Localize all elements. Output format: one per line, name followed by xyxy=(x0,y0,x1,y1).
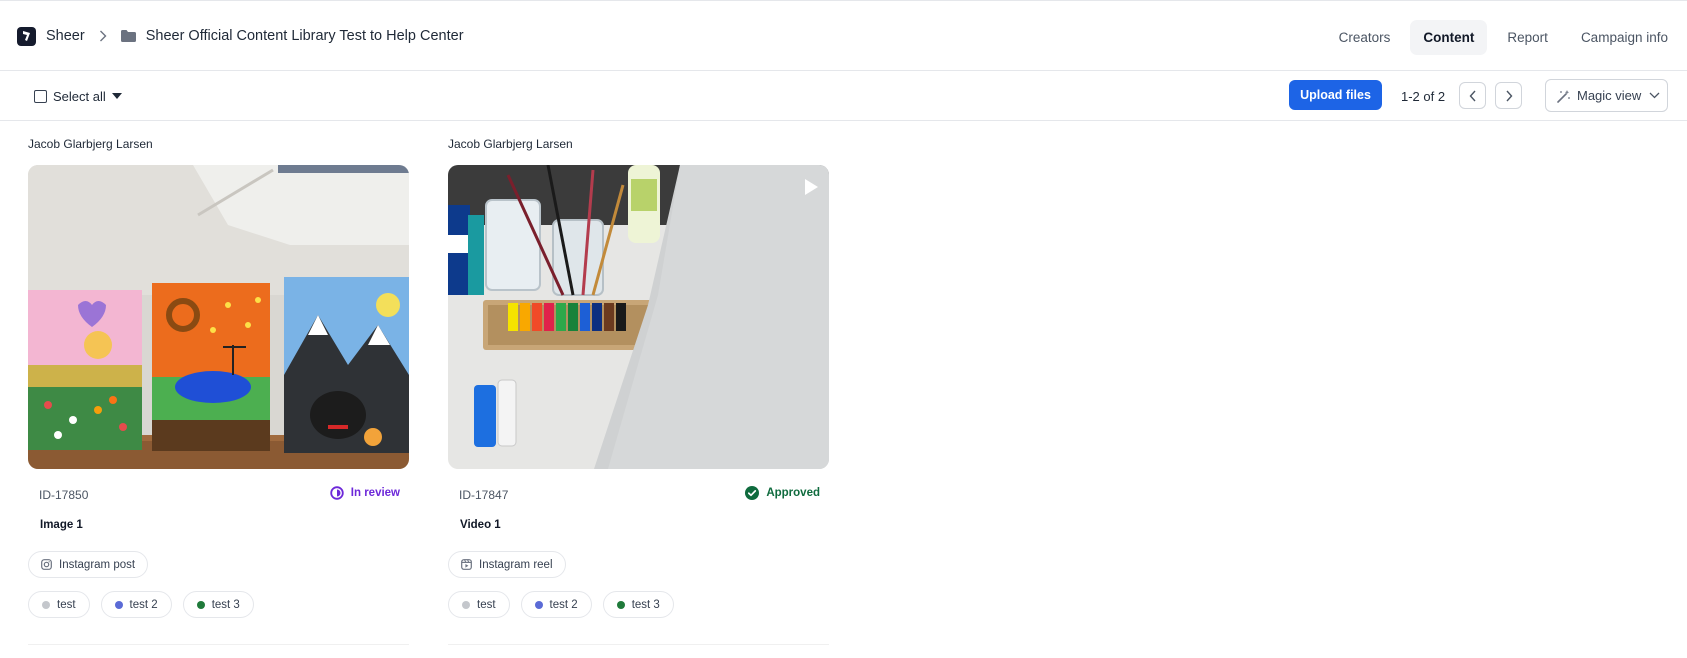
status-label: Approved xyxy=(766,487,820,499)
tag-color-dot xyxy=(42,600,50,609)
card-divider xyxy=(448,644,829,650)
select-all-control[interactable]: Select all xyxy=(34,88,122,104)
previous-page-button[interactable] xyxy=(1459,82,1486,109)
tag-list: test test 2 test 3 xyxy=(448,591,685,618)
tab-campaign-info[interactable]: Campaign info xyxy=(1568,20,1681,55)
pagination-info: 1-2 of 2 xyxy=(1401,89,1446,104)
format-chip: Instagram post xyxy=(28,551,149,578)
chevron-left-icon xyxy=(1469,90,1476,101)
chevron-right-icon xyxy=(99,30,107,42)
magic-view-dropdown[interactable]: Magic view xyxy=(1545,79,1668,112)
format-chip: Instagram reel xyxy=(448,551,566,578)
next-page-button[interactable] xyxy=(1495,82,1522,109)
folder-icon xyxy=(120,30,136,42)
top-header: Sheer Sheer Official Content Library Tes… xyxy=(0,0,1687,71)
tag-chip[interactable]: test xyxy=(448,591,510,618)
upload-files-button[interactable]: Upload files xyxy=(1289,80,1382,110)
magic-wand-icon xyxy=(1557,89,1570,103)
tag-label: test 3 xyxy=(631,598,660,611)
art-supplies-image xyxy=(448,165,829,469)
content-title[interactable]: Video 1 xyxy=(460,519,501,531)
instagram-icon xyxy=(41,559,52,570)
tag-chip[interactable]: test 2 xyxy=(520,591,592,618)
tag-color-dot xyxy=(534,600,543,609)
creator-name[interactable]: Jacob Glarbjerg Larsen xyxy=(28,137,409,153)
select-all-checkbox[interactable] xyxy=(34,89,47,103)
in-review-icon xyxy=(330,486,344,500)
reel-icon xyxy=(461,559,472,570)
content-id: ID-17850 xyxy=(39,488,89,502)
status-badge[interactable]: Approved xyxy=(745,486,820,500)
select-all-label[interactable]: Select all xyxy=(53,89,106,104)
content-thumbnail-image[interactable] xyxy=(28,165,409,469)
tab-creators[interactable]: Creators xyxy=(1326,20,1404,55)
breadcrumb-folder-title[interactable]: Sheer Official Content Library Test to H… xyxy=(146,28,464,44)
content-card[interactable]: Jacob Glarbjerg Larsen xyxy=(28,137,409,645)
tag-color-dot xyxy=(462,600,470,609)
caret-down-icon[interactable] xyxy=(111,93,122,99)
tag-chip[interactable]: test 2 xyxy=(100,591,172,618)
tab-content[interactable]: Content xyxy=(1410,19,1488,55)
tag-chip[interactable]: test xyxy=(28,591,90,618)
tag-label: test xyxy=(477,598,496,611)
sheer-logo-icon[interactable] xyxy=(17,26,36,46)
chevron-right-icon xyxy=(1505,90,1512,101)
status-label: In review xyxy=(350,487,400,499)
format-label: Instagram post xyxy=(59,558,136,571)
tag-label: test 2 xyxy=(129,598,158,611)
content-id: ID-17847 xyxy=(459,488,509,502)
tag-color-dot xyxy=(616,600,625,609)
tag-chip[interactable]: test 3 xyxy=(182,591,254,618)
breadcrumb: Sheer Sheer Official Content Library Tes… xyxy=(17,26,464,46)
paintings-image xyxy=(28,165,409,469)
status-badge[interactable]: In review xyxy=(330,486,400,500)
content-toolbar: Select all Upload files 1-2 of 2 Magic v… xyxy=(0,71,1687,121)
tag-label: test 3 xyxy=(211,598,240,611)
content-thumbnail-video[interactable] xyxy=(448,165,829,469)
tag-color-dot xyxy=(114,600,123,609)
tag-chip[interactable]: test 3 xyxy=(602,591,674,618)
tag-color-dot xyxy=(196,600,205,609)
magic-view-label: Magic view xyxy=(1577,88,1642,103)
card-divider xyxy=(28,644,409,650)
chevron-down-icon xyxy=(1649,92,1660,99)
format-label: Instagram reel xyxy=(479,558,553,571)
check-circle-icon xyxy=(745,486,760,500)
card-meta-row: ID-17850 In review xyxy=(28,486,409,504)
main-tabs: Creators Content Report Campaign info xyxy=(1319,19,1687,55)
tag-label: test 2 xyxy=(549,598,578,611)
tag-label: test xyxy=(57,598,76,611)
breadcrumb-brand[interactable]: Sheer xyxy=(46,28,85,44)
tag-list: test test 2 test 3 xyxy=(28,591,265,618)
creator-name[interactable]: Jacob Glarbjerg Larsen xyxy=(448,137,829,153)
tab-report[interactable]: Report xyxy=(1494,20,1561,55)
card-meta-row: ID-17847 Approved xyxy=(448,486,829,504)
content-title[interactable]: Image 1 xyxy=(40,519,83,531)
content-card[interactable]: Jacob Glarbjerg Larsen xyxy=(448,137,829,645)
